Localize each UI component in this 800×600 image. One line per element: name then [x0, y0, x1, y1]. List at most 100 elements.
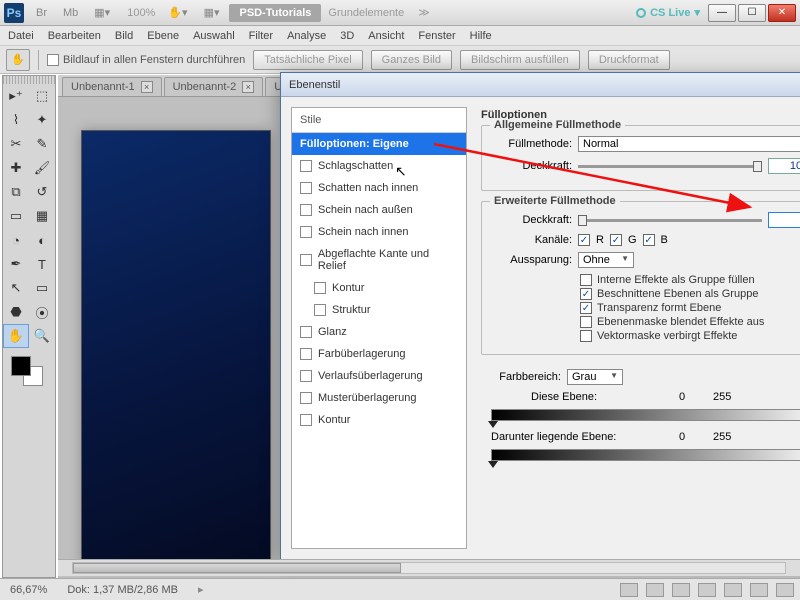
wand-tool[interactable]: ✦ [29, 108, 55, 132]
tab-close-icon[interactable]: × [242, 81, 254, 93]
marquee-tool[interactable]: ⬚ [29, 84, 55, 108]
move-tool[interactable]: ▸⁺ [3, 84, 29, 108]
style-list-item[interactable]: Farbüberlagerung [292, 343, 466, 365]
foreground-swatch[interactable] [11, 356, 31, 376]
fill-screen-button[interactable]: Bildschirm ausfüllen [460, 50, 580, 70]
bridge-button[interactable]: Br [30, 5, 53, 21]
opt-checkbox[interactable] [580, 316, 592, 328]
document-tab[interactable]: Unbenannt-2× [164, 77, 264, 96]
history-brush-tool[interactable]: ↺ [29, 180, 55, 204]
style-list-item[interactable]: Schlagschatten [292, 155, 466, 177]
hand-indicator[interactable]: ✋▾ [162, 4, 193, 21]
fill-opacity-input[interactable] [768, 212, 800, 228]
blur-tool[interactable]: ◔ [3, 228, 29, 252]
style-list-item[interactable]: Schatten nach innen [292, 177, 466, 199]
layers-panel-icons[interactable] [620, 583, 794, 597]
pen-tool[interactable]: ✒ [3, 252, 29, 276]
zoom-tool[interactable]: 🔍 [29, 324, 55, 348]
status-docinfo[interactable]: Dok: 1,37 MB/2,86 MB [67, 584, 178, 596]
menu-item[interactable]: Hilfe [470, 30, 492, 42]
general-blend-group: Allgemeine Füllmethode Füllmethode: Norm… [481, 125, 800, 191]
view-indicator[interactable]: ▦▾ [198, 4, 226, 21]
zoom-display[interactable]: 100% [120, 6, 162, 20]
gradient-tool[interactable]: ▦ [29, 204, 55, 228]
dodge-tool[interactable]: ◐ [29, 228, 55, 252]
dialog-title[interactable]: Ebenenstil [281, 73, 800, 97]
menu-item[interactable]: Ansicht [368, 30, 404, 42]
opt-checkbox[interactable] [580, 274, 592, 286]
channel-g-checkbox[interactable] [610, 234, 622, 246]
fill-opacity-slider[interactable] [578, 219, 762, 222]
close-button[interactable]: ✕ [768, 4, 796, 22]
color-swatches[interactable] [3, 352, 55, 388]
options-panel: Fülloptionen Allgemeine Füllmethode Füll… [477, 107, 800, 549]
blendif-select[interactable]: Grau [567, 369, 623, 385]
opacity-input[interactable] [768, 158, 800, 174]
brush-tool[interactable]: 🖌 [29, 156, 55, 180]
menu-item[interactable]: Bild [115, 30, 133, 42]
menu-item[interactable]: Auswahl [193, 30, 235, 42]
fit-screen-button[interactable]: Ganzes Bild [371, 50, 452, 70]
opt-checkbox[interactable] [580, 330, 592, 342]
style-list-item[interactable]: Verlaufsüberlagerung [292, 365, 466, 387]
tab-close-icon[interactable]: × [141, 81, 153, 93]
menu-item[interactable]: Ebene [147, 30, 179, 42]
eraser-tool[interactable]: ▭ [3, 204, 29, 228]
cs-live-button[interactable]: CS Live ▾ [628, 6, 708, 19]
style-list-item[interactable]: Glanz [292, 321, 466, 343]
workspace-switcher[interactable]: PSD-Tutorials [229, 4, 321, 22]
minimize-button[interactable]: — [708, 4, 736, 22]
menu-item[interactable]: Filter [249, 30, 273, 42]
document-tab[interactable]: Unbenannt-1× [62, 77, 162, 96]
healing-tool[interactable]: ✚ [3, 156, 29, 180]
blendif-under-slider[interactable] [491, 449, 800, 461]
menu-item[interactable]: Analyse [287, 30, 326, 42]
style-list-item[interactable]: Schein nach innen [292, 221, 466, 243]
eyedropper-tool[interactable]: ✎ [29, 132, 55, 156]
style-list-item[interactable]: Kontur [292, 409, 466, 431]
opacity-slider[interactable] [578, 165, 762, 168]
menu-item[interactable]: Datei [8, 30, 34, 42]
advanced-blend-group: Erweiterte Füllmethode Deckkraft: % Kanä… [481, 201, 800, 355]
style-list-item[interactable]: Schein nach außen [292, 199, 466, 221]
maximize-button[interactable]: ☐ [738, 4, 766, 22]
crop-tool[interactable]: ✂ [3, 132, 29, 156]
scroll-all-checkbox[interactable]: Bildlauf in allen Fenstern durchführen [47, 54, 245, 66]
actual-pixels-button[interactable]: Tatsächliche Pixel [253, 50, 362, 70]
title-bar: Ps Br Mb ▦▾ 100% ✋▾ ▦▾ PSD-Tutorials Gru… [0, 0, 800, 26]
style-list-item[interactable]: Musterüberlagerung [292, 387, 466, 409]
channel-b-checkbox[interactable] [643, 234, 655, 246]
lasso-tool[interactable]: ⌇ [3, 108, 29, 132]
menu-item[interactable]: Fenster [418, 30, 455, 42]
layout-picker[interactable]: ▦▾ [88, 4, 116, 21]
style-list-item[interactable]: Struktur [292, 299, 466, 321]
workspace-more[interactable]: ≫ [411, 5, 437, 20]
print-size-button[interactable]: Druckformat [588, 50, 670, 70]
type-tool[interactable]: T [29, 252, 55, 276]
status-bar: 66,67% Dok: 1,37 MB/2,86 MB ▸ [0, 578, 800, 600]
horizontal-scrollbar[interactable] [58, 559, 800, 576]
menu-bar: Datei Bearbeiten Bild Ebene Auswahl Filt… [0, 26, 800, 46]
3d-tool[interactable]: ⬣ [3, 300, 29, 324]
blend-mode-select[interactable]: Normal [578, 136, 800, 152]
opt-checkbox[interactable] [580, 288, 592, 300]
knockout-select[interactable]: Ohne [578, 252, 634, 268]
blendif-this-slider[interactable] [491, 409, 800, 421]
menu-item[interactable]: 3D [340, 30, 354, 42]
style-list-item[interactable]: Abgeflachte Kante und Relief [292, 243, 466, 277]
style-list-item[interactable]: Kontur [292, 277, 466, 299]
minibridge-button[interactable]: Mb [57, 5, 84, 21]
hand-tool[interactable]: ✋ [3, 324, 29, 348]
document-canvas[interactable] [82, 131, 270, 567]
path-tool[interactable]: ↖ [3, 276, 29, 300]
menu-item[interactable]: Bearbeiten [48, 30, 101, 42]
shape-tool[interactable]: ▭ [29, 276, 55, 300]
workspace-secondary[interactable]: Grundelemente [321, 6, 411, 20]
style-list-item[interactable]: Fülloptionen: Eigene [292, 133, 466, 155]
channel-r-checkbox[interactable] [578, 234, 590, 246]
3d-camera-tool[interactable]: ⦿ [29, 300, 55, 324]
status-zoom[interactable]: 66,67% [10, 584, 47, 596]
opt-checkbox[interactable] [580, 302, 592, 314]
stamp-tool[interactable]: ⧉ [3, 180, 29, 204]
current-tool-icon[interactable]: ✋ [6, 49, 30, 71]
